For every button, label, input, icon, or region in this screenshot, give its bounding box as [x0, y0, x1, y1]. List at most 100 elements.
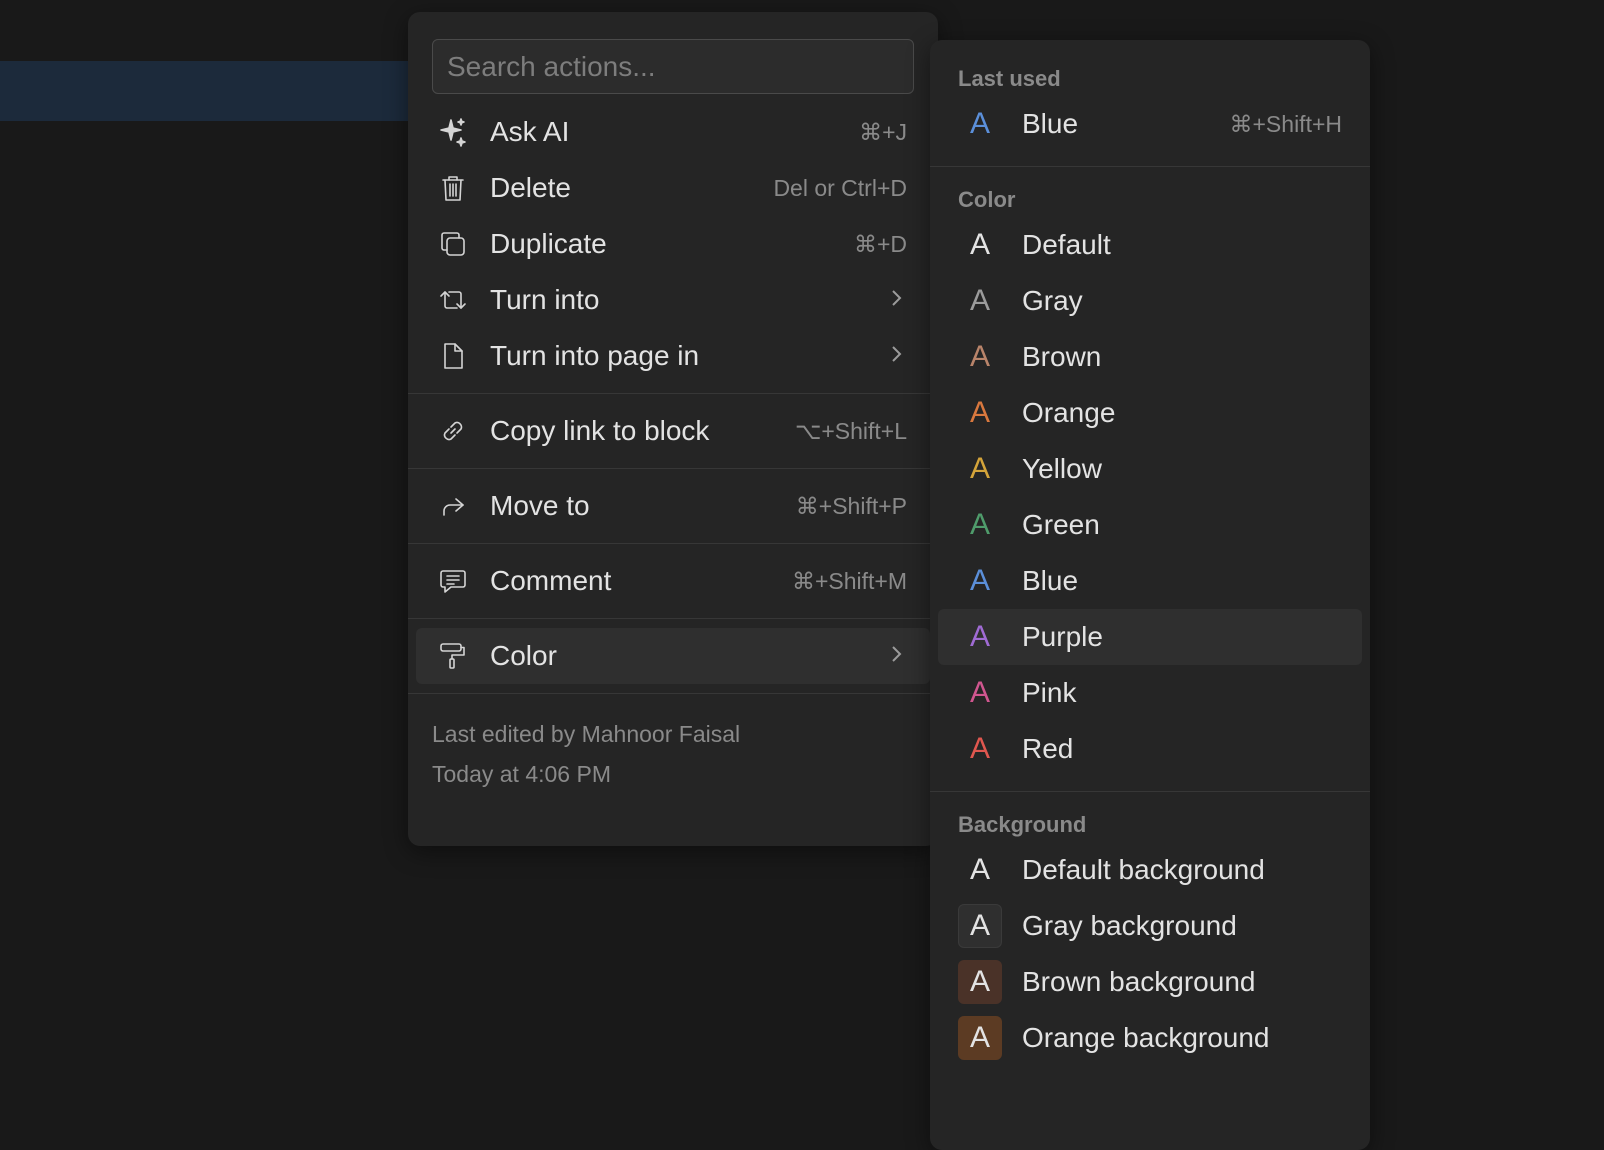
color-option-label: Yellow — [1022, 453, 1102, 484]
shortcut-hint: ⌘+J — [859, 118, 907, 145]
menu-item-move-to[interactable]: Move to ⌘+Shift+P — [416, 478, 930, 534]
color-option-label: Green — [1022, 509, 1100, 540]
background-option-default[interactable]: A Default background — [938, 842, 1362, 898]
color-option-purple[interactable]: A Purple — [938, 609, 1362, 665]
trash-icon — [436, 171, 470, 205]
shortcut-hint: ⌘+D — [853, 230, 907, 257]
block-actions-menu: Ask AI ⌘+J Delete Del or Ctrl+D Duplicat… — [408, 12, 938, 846]
background-option-label: Orange background — [1022, 1022, 1270, 1053]
background-color-swatch: A — [958, 960, 1002, 1004]
menu-item-label: Copy link to block — [490, 415, 710, 446]
text-color-swatch: A — [969, 107, 990, 140]
page-icon — [436, 339, 470, 373]
shortcut-hint: ⌘+Shift+H — [1229, 110, 1343, 137]
color-option-label: Blue — [1022, 565, 1079, 596]
shortcut-hint: ⌘+Shift+P — [795, 492, 907, 519]
section-title-last-used: Last used — [958, 66, 1061, 91]
text-color-swatch: A — [969, 228, 990, 261]
color-option-label: Blue — [1022, 108, 1079, 139]
menu-item-delete[interactable]: Delete Del or Ctrl+D — [416, 160, 930, 216]
section-title-color: Color — [958, 187, 1016, 212]
chevron-right-icon — [885, 643, 907, 670]
chevron-right-icon — [885, 287, 907, 314]
color-option-blue[interactable]: A Blue — [938, 553, 1362, 609]
color-option-pink[interactable]: A Pink — [938, 665, 1362, 721]
comment-icon — [436, 564, 470, 598]
color-option-red[interactable]: A Red — [938, 721, 1362, 777]
menu-item-label: Delete — [490, 172, 571, 203]
submenu-divider — [930, 791, 1370, 792]
submenu-divider — [930, 166, 1370, 167]
background-color-swatch: A — [958, 1016, 1002, 1060]
background-option-label: Gray background — [1022, 910, 1237, 941]
color-option-yellow[interactable]: A Yellow — [938, 441, 1362, 497]
text-color-swatch: A — [969, 564, 990, 597]
menu-item-turn-into[interactable]: Turn into — [416, 272, 930, 328]
color-option-gray[interactable]: A Gray — [938, 273, 1362, 329]
color-submenu: Last used A Blue ⌘+Shift+H Color A Defau… — [930, 40, 1370, 1150]
turn-into-icon — [436, 283, 470, 317]
menu-group-link: Copy link to block ⌥+Shift+L — [408, 394, 938, 468]
text-color-swatch: A — [969, 452, 990, 485]
text-color-swatch: A — [969, 340, 990, 373]
menu-group-color: Color — [408, 619, 938, 693]
color-option-label: Gray — [1022, 285, 1083, 316]
menu-item-turn-into-page-in[interactable]: Turn into page in — [416, 328, 930, 384]
background-option-label: Default background — [1022, 854, 1265, 885]
text-color-swatch: A — [969, 676, 990, 709]
menu-item-label: Ask AI — [490, 116, 570, 147]
color-option-green[interactable]: A Green — [938, 497, 1362, 553]
menu-item-copy-link[interactable]: Copy link to block ⌥+Shift+L — [416, 403, 930, 459]
menu-item-ask-ai[interactable]: Ask AI ⌘+J — [416, 104, 930, 160]
menu-item-label: Color — [490, 640, 557, 671]
text-color-swatch: A — [969, 508, 990, 541]
color-option-label: Red — [1022, 733, 1074, 764]
search-actions-field[interactable] — [432, 39, 914, 94]
color-option-orange[interactable]: A Orange — [938, 385, 1362, 441]
menu-item-duplicate[interactable]: Duplicate ⌘+D — [416, 216, 930, 272]
background-color-swatch: A — [958, 904, 1002, 948]
shortcut-hint: Del or Ctrl+D — [773, 174, 907, 201]
menu-group-move: Move to ⌘+Shift+P — [408, 469, 938, 543]
last-edited-by: Last edited by Mahnoor Faisal — [432, 721, 741, 747]
paint-roller-icon — [436, 639, 470, 673]
text-color-swatch: A — [969, 620, 990, 653]
menu-group-primary: Ask AI ⌘+J Delete Del or Ctrl+D Duplicat… — [408, 94, 938, 393]
color-option-label: Purple — [1022, 621, 1103, 652]
menu-item-label: Turn into — [490, 284, 600, 315]
section-title-background: Background — [958, 812, 1087, 837]
menu-group-comment: Comment ⌘+Shift+M — [408, 544, 938, 618]
last-edited-time: Today at 4:06 PM — [432, 761, 611, 787]
chevron-right-icon — [885, 343, 907, 370]
last-edited-info: Last edited by Mahnoor Faisal Today at 4… — [408, 694, 938, 794]
background-option-label: Brown background — [1022, 966, 1256, 997]
sparkle-icon — [436, 115, 470, 149]
color-option-label: Pink — [1022, 677, 1077, 708]
arrow-forward-icon — [436, 489, 470, 523]
color-option-default[interactable]: A Default — [938, 217, 1362, 273]
color-option-label: Default — [1022, 229, 1111, 260]
text-color-swatch: A — [969, 396, 990, 429]
shortcut-hint: ⌥+Shift+L — [794, 417, 907, 444]
search-actions-input[interactable] — [445, 49, 901, 84]
text-color-swatch: A — [969, 732, 990, 765]
color-option-brown[interactable]: A Brown — [938, 329, 1362, 385]
menu-item-color[interactable]: Color — [416, 628, 930, 684]
duplicate-icon — [436, 227, 470, 261]
background-color-swatch: A — [969, 853, 990, 886]
background-option-orange[interactable]: A Orange background — [938, 1010, 1362, 1066]
menu-item-label: Move to — [490, 490, 590, 521]
menu-item-label: Duplicate — [490, 228, 607, 259]
background-option-brown[interactable]: A Brown background — [938, 954, 1362, 1010]
background-option-gray[interactable]: A Gray background — [938, 898, 1362, 954]
color-option-label: Brown — [1022, 341, 1102, 372]
menu-item-label: Turn into page in — [490, 340, 700, 371]
menu-item-comment[interactable]: Comment ⌘+Shift+M — [416, 553, 930, 609]
link-icon — [436, 414, 470, 448]
color-option-last-used[interactable]: A Blue ⌘+Shift+H — [938, 96, 1362, 152]
text-color-swatch: A — [969, 284, 990, 317]
color-option-label: Orange — [1022, 397, 1116, 428]
selected-block-highlight — [0, 61, 420, 121]
menu-item-label: Comment — [490, 565, 612, 596]
shortcut-hint: ⌘+Shift+M — [791, 567, 907, 594]
